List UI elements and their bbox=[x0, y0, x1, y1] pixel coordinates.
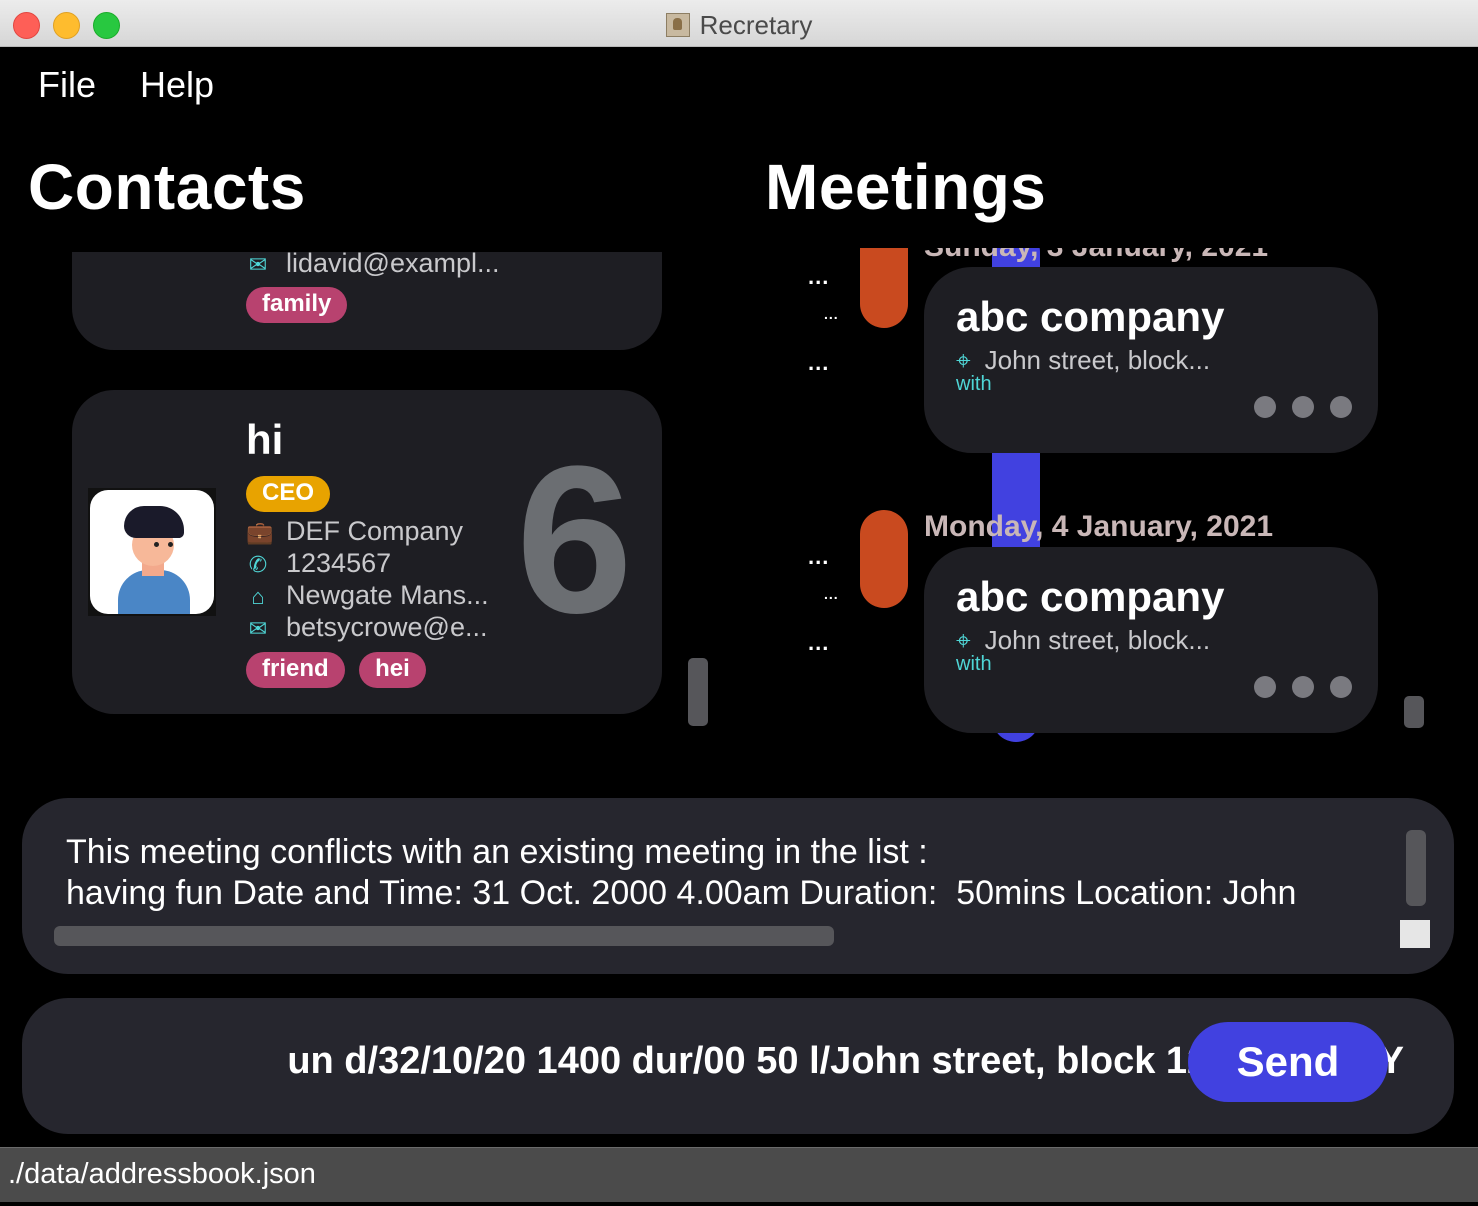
send-button[interactable]: Send bbox=[1188, 1022, 1388, 1102]
meeting-location: John street, block... bbox=[984, 625, 1211, 655]
contact-phone: 1234567 bbox=[286, 548, 392, 578]
ellipsis-icon: ... bbox=[808, 350, 830, 375]
contact-tags: friend hei bbox=[246, 652, 426, 688]
ellipsis-icon: ... bbox=[808, 630, 830, 655]
menu-help[interactable]: Help bbox=[140, 64, 214, 106]
meeting-card[interactable]: abc company ⌖ John street, block... with bbox=[924, 547, 1378, 733]
meetings-list[interactable]: Sunday, 3 January, 2021 ... ... ... abc … bbox=[740, 248, 1478, 748]
meeting-location: John street, block... bbox=[984, 345, 1211, 375]
status-bar: ./data/addressbook.json bbox=[0, 1147, 1478, 1202]
meeting-card[interactable]: abc company ⌖ John street, block... with bbox=[924, 267, 1378, 453]
contacts-list[interactable]: ✉ lidavid@exampl... family hi CEO 💼 DEF Co… bbox=[0, 252, 720, 772]
contact-index: 6 bbox=[516, 422, 633, 657]
ellipsis-icon: ... bbox=[808, 544, 830, 569]
result-line-1: This meeting conflicts with an existing … bbox=[66, 833, 928, 871]
menu-file[interactable]: File bbox=[38, 64, 96, 106]
app-icon bbox=[665, 13, 690, 37]
result-display: This meeting conflicts with an existing … bbox=[22, 798, 1454, 974]
contact-email-row: ✉ lidavid@exampl... bbox=[246, 252, 500, 279]
meeting-with: with bbox=[956, 373, 992, 395]
meetings-title: Meetings bbox=[765, 151, 1047, 223]
timeline-marker bbox=[860, 248, 908, 328]
phone-icon: ✆ bbox=[248, 552, 268, 577]
title-bar: Recretary bbox=[0, 0, 1478, 47]
mail-icon: ✉ bbox=[248, 252, 268, 277]
more-icon[interactable] bbox=[1330, 676, 1352, 698]
location-pin-icon: ⌖ bbox=[956, 345, 971, 375]
contact-tags: family bbox=[246, 287, 348, 323]
meetings-scrollbar[interactable] bbox=[1404, 696, 1424, 728]
more-icon[interactable] bbox=[1292, 396, 1314, 418]
contact-email-row: ✉ betsycrowe@e... bbox=[246, 612, 488, 643]
more-icon[interactable] bbox=[1292, 676, 1314, 698]
more-icon[interactable] bbox=[1254, 396, 1276, 418]
meeting-date: Sunday, 3 January, 2021 bbox=[924, 248, 1268, 264]
meeting-location-row: ⌖ John street, block... bbox=[956, 625, 1210, 657]
timeline-marker bbox=[860, 510, 908, 608]
contact-email: lidavid@exampl... bbox=[286, 252, 500, 278]
result-vertical-scrollbar[interactable] bbox=[1406, 830, 1426, 906]
contact-address: Newgate Mans... bbox=[286, 580, 489, 610]
contacts-scrollbar[interactable] bbox=[688, 658, 708, 726]
result-line-2: having fun Date and Time: 31 Oct. 2000 4… bbox=[66, 874, 1297, 912]
contact-card[interactable]: ✉ lidavid@exampl... family bbox=[72, 252, 662, 350]
meeting-date: Monday, 4 January, 2021 bbox=[924, 510, 1274, 543]
contact-email: betsycrowe@e... bbox=[286, 612, 488, 642]
contacts-title: Contacts bbox=[28, 151, 306, 223]
avatar bbox=[88, 488, 216, 616]
more-icon[interactable] bbox=[1330, 396, 1352, 418]
tag-family: family bbox=[246, 287, 348, 323]
window-title: Recretary bbox=[0, 10, 1478, 41]
home-icon: ⌂ bbox=[251, 584, 265, 609]
contact-company: DEF Company bbox=[286, 516, 464, 546]
status-bar-path: ./data/addressbook.json bbox=[8, 1158, 316, 1190]
tag-friend: friend bbox=[246, 652, 345, 688]
more-icon[interactable] bbox=[1254, 676, 1276, 698]
meeting-title: abc company bbox=[956, 293, 1225, 340]
contact-company-row: 💼 DEF Company bbox=[246, 516, 463, 547]
contact-phone-row: ✆ 1234567 bbox=[246, 548, 391, 579]
tag-hei: hei bbox=[359, 652, 426, 688]
briefcase-icon: 💼 bbox=[246, 520, 274, 545]
ellipsis-icon: ... bbox=[824, 586, 839, 602]
command-box[interactable]: un d/32/10/20 1400 dur/00 50 l/John stre… bbox=[22, 998, 1454, 1134]
role-tag: CEO bbox=[246, 476, 331, 512]
mail-icon: ✉ bbox=[248, 616, 268, 641]
result-horizontal-scrollbar[interactable] bbox=[54, 926, 834, 946]
contact-name: hi bbox=[246, 416, 284, 463]
scroll-corner bbox=[1400, 920, 1430, 948]
tag-ceo: CEO bbox=[246, 476, 331, 512]
contact-address-row: ⌂ Newgate Mans... bbox=[246, 580, 489, 611]
window-title-text: Recretary bbox=[699, 10, 813, 40]
location-pin-icon: ⌖ bbox=[956, 625, 971, 655]
ellipsis-icon: ... bbox=[824, 306, 839, 322]
meeting-title: abc company bbox=[956, 573, 1225, 620]
meeting-location-row: ⌖ John street, block... bbox=[956, 345, 1210, 377]
meeting-with: with bbox=[956, 653, 992, 675]
contact-card[interactable]: hi CEO 💼 DEF Company ✆ 1234567 ⌂ Newgate Ma… bbox=[72, 390, 662, 714]
ellipsis-icon: ... bbox=[808, 264, 830, 289]
